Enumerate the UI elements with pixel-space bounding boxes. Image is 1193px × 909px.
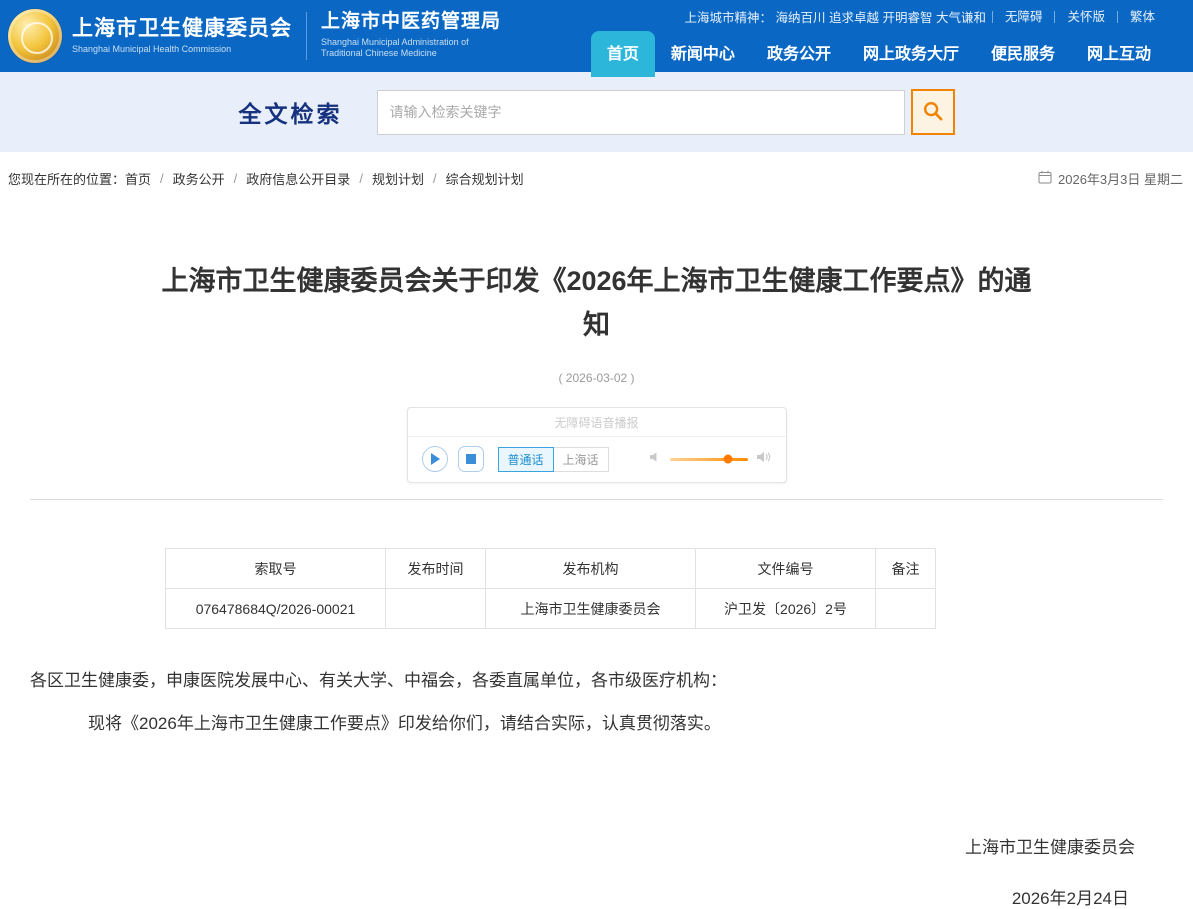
speaker-loud-icon — [756, 450, 772, 468]
table-row: 076478684Q/2026-00021 上海市卫生健康委员会 沪卫发〔202… — [166, 589, 936, 629]
nav-item-news[interactable]: 新闻中心 — [655, 31, 751, 73]
care-version-link[interactable]: 关怀版 — [1054, 11, 1117, 23]
site-brand: 上海市卫生健康委员会 Shanghai Municipal Health Com… — [8, 0, 501, 72]
col-header-publish-time: 发布时间 — [386, 549, 486, 589]
city-spirit-text: 上海城市精神： 海纳百川 追求卓越 开明睿智 大气谦和 — [685, 7, 986, 26]
org-secondary-title: 上海市中医药管理局 — [321, 12, 501, 33]
stop-icon — [466, 454, 476, 464]
breadcrumb-info-catalog[interactable]: 政府信息公开目录 — [246, 169, 350, 188]
col-header-remarks: 备注 — [876, 549, 936, 589]
audio-player: 无障碍语音播报 普通话 上海话 — [407, 407, 787, 483]
search-input[interactable] — [377, 90, 905, 135]
audio-stop-button[interactable] — [458, 446, 484, 472]
search-band: 全文检索 — [0, 72, 1193, 152]
breadcrumb-home[interactable]: 首页 — [125, 169, 151, 188]
col-header-issuing-agency: 发布机构 — [486, 549, 696, 589]
utility-row: 上海城市精神： 海纳百川 追求卓越 开明睿智 大气谦和 无障碍 关怀版 繁体 — [685, 7, 1167, 26]
breadcrumb-prefix: 您现在所在的位置： — [8, 169, 125, 188]
article-content: 上海市卫生健康委员会关于印发《2026年上海市卫生健康工作要点》的通知 ( 20… — [0, 259, 1193, 909]
nav-item-home[interactable]: 首页 — [591, 31, 655, 77]
article-paragraph-body: 现将《2026年上海市卫生健康工作要点》印发给你们，请结合实际，认真贯彻落实。 — [30, 710, 1163, 737]
nav-item-public-services[interactable]: 便民服务 — [975, 31, 1071, 73]
speaker-mute-icon — [649, 450, 662, 468]
article-pub-date: ( 2026-03-02 ) — [30, 371, 1163, 385]
cell-index-number: 076478684Q/2026-00021 — [166, 589, 386, 629]
audio-language-toggle: 普通话 上海话 — [498, 447, 609, 472]
traditional-chinese-link[interactable]: 繁体 — [1117, 11, 1167, 23]
col-header-document-number: 文件编号 — [696, 549, 876, 589]
accessibility-link[interactable]: 无障碍 — [992, 11, 1055, 23]
article-title: 上海市卫生健康委员会关于印发《2026年上海市卫生健康工作要点》的通知 — [157, 259, 1037, 347]
org-secondary: 上海市中医药管理局 Shanghai Municipal Administrat… — [306, 12, 501, 59]
cell-document-number: 沪卫发〔2026〕2号 — [696, 589, 876, 629]
nav-item-online-hall[interactable]: 网上政务大厅 — [847, 31, 975, 73]
volume-slider[interactable] — [670, 458, 748, 461]
page-date-text: 2026年3月3日 星期二 — [1058, 169, 1183, 188]
language-mandarin-button[interactable]: 普通话 — [498, 447, 554, 472]
org-primary: 上海市卫生健康委员会 Shanghai Municipal Health Com… — [72, 17, 292, 55]
org-secondary-subtitle: Shanghai Municipal Administration of Tra… — [321, 37, 501, 60]
breadcrumb-row: 您现在所在的位置： 首页/ 政务公开/ 政府信息公开目录/ 规划计划/ 综合规划… — [0, 152, 1193, 201]
org-primary-title: 上海市卫生健康委员会 — [72, 17, 292, 40]
language-shanghainese-button[interactable]: 上海话 — [554, 447, 609, 472]
breadcrumb-comprehensive-planning[interactable]: 综合规划计划 — [446, 169, 524, 188]
cell-issuing-agency: 上海市卫生健康委员会 — [486, 589, 696, 629]
search-label: 全文检索 — [239, 95, 343, 129]
site-logo-icon — [8, 9, 62, 63]
org-primary-subtitle: Shanghai Municipal Health Commission — [72, 44, 292, 55]
breadcrumb: 您现在所在的位置： 首页/ 政务公开/ 政府信息公开目录/ 规划计划/ 综合规划… — [8, 169, 524, 188]
audio-play-button[interactable] — [422, 446, 448, 472]
search-button[interactable] — [911, 89, 955, 135]
section-divider — [30, 499, 1163, 500]
document-meta-table: 索取号 发布时间 发布机构 文件编号 备注 076478684Q/2026-00… — [165, 548, 936, 629]
site-header: 上海市卫生健康委员会 Shanghai Municipal Health Com… — [0, 0, 1193, 72]
nav-item-interaction[interactable]: 网上互动 — [1071, 31, 1167, 73]
signature-date: 2026年2月24日 — [30, 884, 1163, 909]
volume-slider-handle[interactable] — [724, 455, 733, 464]
calendar-icon — [1038, 170, 1052, 187]
volume-control — [649, 450, 772, 468]
cell-publish-time — [386, 589, 486, 629]
nav-item-gov-affairs[interactable]: 政务公开 — [751, 31, 847, 73]
search-icon — [922, 100, 944, 125]
main-nav: 首页 新闻中心 政务公开 网上政务大厅 便民服务 网上互动 — [591, 32, 1167, 72]
signature-org: 上海市卫生健康委员会 — [30, 833, 1163, 858]
breadcrumb-planning[interactable]: 规划计划 — [372, 169, 424, 188]
play-icon — [431, 453, 440, 465]
article-paragraph-recipients: 各区卫生健康委，申康医院发展中心、有关大学、中福会，各委直属单位，各市级医疗机构… — [30, 667, 1163, 694]
breadcrumb-gov-affairs[interactable]: 政务公开 — [173, 169, 225, 188]
cell-remarks — [876, 589, 936, 629]
table-header-row: 索取号 发布时间 发布机构 文件编号 备注 — [166, 549, 936, 589]
col-header-index-number: 索取号 — [166, 549, 386, 589]
page-date: 2026年3月3日 星期二 — [1038, 169, 1183, 188]
audio-player-title: 无障碍语音播报 — [408, 408, 786, 437]
